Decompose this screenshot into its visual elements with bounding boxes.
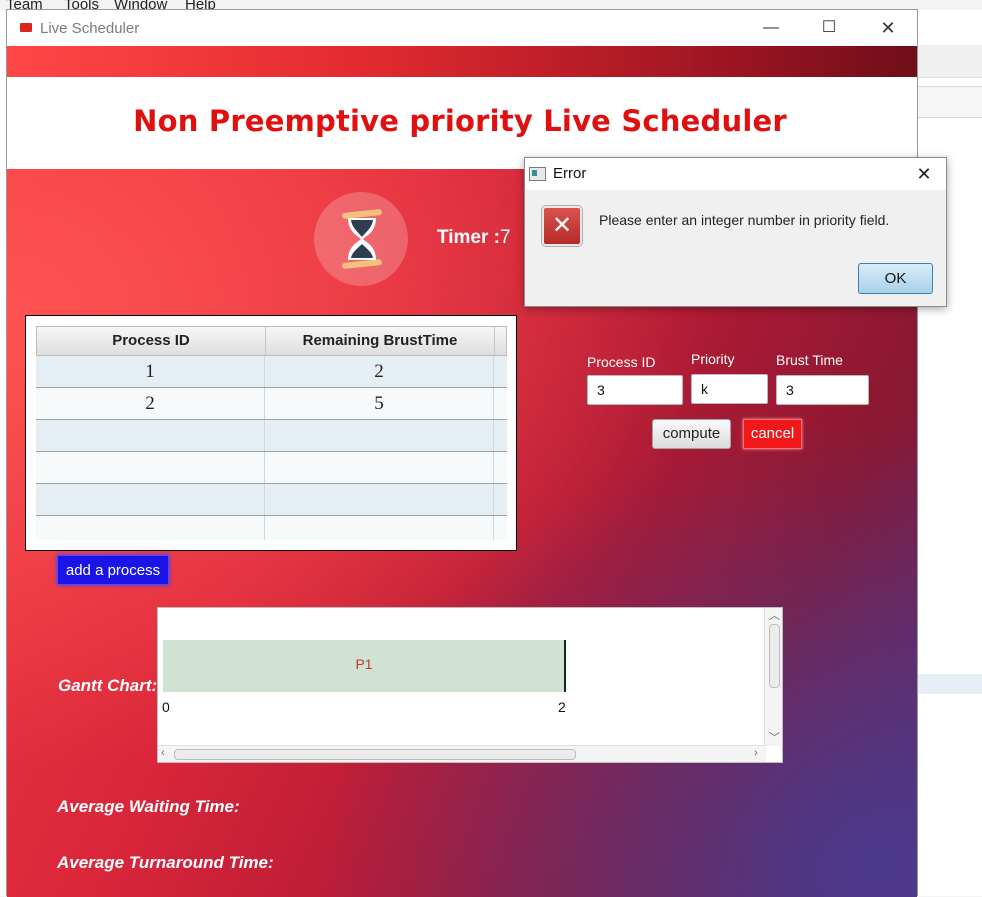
cell-remaining-time [265, 484, 494, 515]
cell-process-id [36, 484, 265, 515]
column-header-remaining-brust-time[interactable]: Remaining BrustTime [266, 327, 495, 355]
table-row[interactable] [36, 452, 507, 484]
window-titlebar[interactable]: Live Scheduler — ☐ ✕ [7, 10, 917, 46]
gantt-bar-divider [564, 640, 566, 692]
cell-remaining-time: 2 [265, 356, 494, 387]
hourglass-icon [314, 192, 408, 286]
timer-label: Timer : [437, 227, 501, 248]
priority-label: Priority [691, 351, 735, 367]
page-title: Non Preemptive priority Live Scheduler [133, 104, 787, 138]
table-row[interactable] [36, 516, 507, 540]
cell-remaining-time [265, 420, 494, 451]
title-area: Non Preemptive priority Live Scheduler [7, 77, 917, 169]
cell-process-id: 1 [36, 356, 265, 387]
gantt-vertical-scrollbar[interactable]: ︿ ﹀ [764, 608, 782, 746]
close-button[interactable]: ✕ [865, 16, 911, 40]
table-header: Process ID Remaining BrustTime [36, 326, 507, 356]
window-title: Live Scheduler [40, 20, 140, 37]
maximize-button[interactable]: ☐ [806, 16, 852, 40]
table-row[interactable] [36, 484, 507, 516]
gantt-chart-label: Gantt Chart: [58, 676, 158, 695]
cell-remaining-time: 5 [265, 388, 494, 419]
background-toolbar [918, 45, 982, 78]
gantt-chart-pane[interactable]: P1 0 2 ︿ ﹀ ‹ › [157, 607, 783, 763]
timer-value: 7 [500, 227, 511, 248]
background-editor-right [918, 10, 982, 896]
error-icon: ✕ [542, 206, 582, 246]
vertical-scroll-thumb[interactable] [769, 624, 780, 688]
compute-button[interactable]: compute [652, 419, 731, 449]
cell-remaining-time [265, 452, 494, 483]
dialog-window-icon [529, 167, 546, 181]
cancel-button[interactable]: cancel [743, 419, 802, 449]
table-row[interactable]: 1 2 [36, 356, 507, 388]
column-header-filler [495, 327, 506, 355]
scroll-right-icon[interactable]: › [754, 747, 758, 759]
timer-display: Timer :7 [437, 227, 511, 249]
average-waiting-time-label: Average Waiting Time: [57, 797, 240, 816]
gantt-bar-label: P1 [355, 656, 373, 672]
average-turnaround-time-label: Average Turnaround Time: [57, 853, 274, 872]
process-id-input[interactable]: 3 [587, 375, 683, 405]
table-row[interactable]: 2 5 [36, 388, 507, 420]
dialog-title: Error [553, 165, 587, 182]
dialog-close-button[interactable]: ✕ [909, 160, 939, 188]
gantt-tick-end: 2 [558, 699, 566, 715]
app-icon [20, 23, 32, 32]
minimize-button[interactable]: — [748, 16, 794, 40]
scroll-down-icon[interactable]: ﹀ [769, 732, 780, 744]
process-id-label: Process ID [587, 354, 656, 370]
process-table[interactable]: Process ID Remaining BrustTime 1 2 2 5 [36, 326, 507, 540]
error-message: Please enter an integer number in priori… [599, 212, 890, 228]
cell-remaining-time [265, 516, 494, 540]
error-dialog: Error ✕ ✕ Please enter an integer number… [524, 157, 947, 307]
add-process-button[interactable]: add a process [57, 555, 169, 585]
gantt-bar-p1: P1 [163, 640, 565, 692]
gantt-horizontal-scrollbar[interactable]: ‹ › [158, 745, 766, 762]
cell-process-id [36, 452, 265, 483]
process-table-container: Process ID Remaining BrustTime 1 2 2 5 [25, 315, 517, 551]
ok-button[interactable]: OK [858, 263, 933, 294]
background-highlight-line [918, 674, 982, 694]
live-scheduler-window: Live Scheduler — ☐ ✕ Non Preemptive prio… [6, 9, 918, 897]
background-tabbar [918, 86, 982, 118]
scroll-left-icon[interactable]: ‹ [161, 747, 165, 759]
horizontal-scroll-thumb[interactable] [174, 749, 576, 760]
dialog-titlebar[interactable]: Error ✕ [525, 158, 946, 190]
header-banner [7, 46, 917, 77]
scroll-up-icon[interactable]: ︿ [769, 610, 780, 622]
cell-process-id [36, 420, 265, 451]
gantt-tick-start: 0 [162, 699, 170, 715]
brust-time-label: Brust Time [776, 352, 843, 368]
column-header-process-id[interactable]: Process ID [37, 327, 266, 355]
priority-input[interactable]: k [691, 374, 768, 404]
cell-process-id [36, 516, 265, 540]
table-row[interactable] [36, 420, 507, 452]
brust-time-input[interactable]: 3 [776, 375, 869, 405]
cell-process-id: 2 [36, 388, 265, 419]
